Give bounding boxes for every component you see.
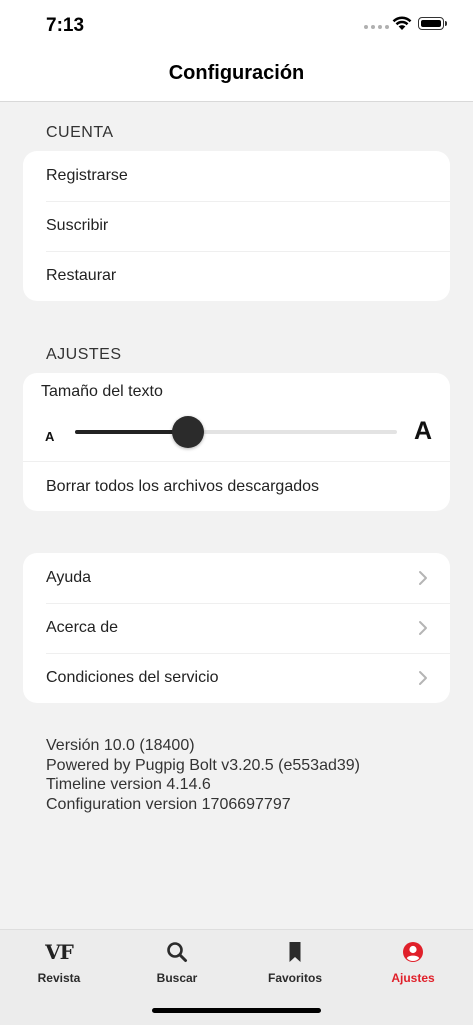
powered-by-line: Powered by Pugpig Bolt v3.20.5 (e553ad39… (46, 756, 360, 774)
slider-fill (75, 430, 188, 434)
tab-label: Ajustes (391, 971, 435, 985)
text-size-small-label: A (45, 429, 55, 444)
version-info: Versión 10.0 (18400) Powered by Pugpig B… (46, 736, 360, 814)
tab-label: Favoritos (267, 971, 322, 985)
status-time: 7:13 (46, 15, 85, 36)
wifi-icon (392, 16, 412, 30)
info-card: Ayuda Acerca de Condiciones del servicio (23, 553, 450, 703)
help-row[interactable]: Ayuda (23, 553, 450, 603)
tab-label: Buscar (156, 971, 198, 985)
subscribe-label: Suscribir (46, 217, 109, 234)
restore-label: Restaurar (46, 267, 117, 284)
register-row[interactable]: Registrarse (23, 151, 450, 201)
section-label-account: CUENTA (46, 124, 114, 141)
tab-favoritos[interactable]: Favoritos (245, 938, 345, 985)
timeline-version-line: Timeline version 4.14.6 (46, 776, 211, 793)
search-icon (167, 942, 187, 962)
top-bar: 7:13 Configuración (0, 0, 473, 102)
chevron-right-icon (419, 571, 427, 585)
tab-buscar[interactable]: Buscar (127, 938, 227, 985)
chevron-right-icon (419, 621, 427, 635)
configuration-version-line: Configuration version 1706697797 (46, 795, 291, 813)
about-label: Acerca de (46, 619, 119, 636)
about-row[interactable]: Acerca de (23, 603, 450, 653)
restore-row[interactable]: Restaurar (23, 251, 450, 301)
text-size-slider[interactable] (75, 416, 397, 448)
home-indicator (152, 1008, 321, 1013)
help-label: Ayuda (46, 569, 92, 586)
terms-row[interactable]: Condiciones del servicio (23, 653, 450, 703)
terms-label: Condiciones del servicio (46, 669, 219, 686)
text-size-title: Tamaño del texto (41, 383, 163, 400)
tab-label: Revista (37, 971, 81, 985)
chevron-right-icon (419, 671, 427, 685)
signal-icon (364, 25, 389, 29)
bookmark-icon (289, 942, 301, 962)
page-title: Configuración (168, 62, 305, 84)
subscribe-row[interactable]: Suscribir (23, 201, 450, 251)
text-size-large-label: A (414, 417, 433, 445)
user-circle-icon (403, 942, 423, 962)
version-line: Versión 10.0 (18400) (46, 737, 195, 754)
text-size-control: Tamaño del texto A A (23, 373, 450, 461)
section-label-settings: AJUSTES (46, 346, 122, 363)
tab-revista[interactable]: VF Revista (9, 938, 109, 985)
settings-card: Tamaño del texto A A Borrar todos los ar… (23, 373, 450, 511)
account-card: Registrarse Suscribir Restaurar (23, 151, 450, 301)
slider-thumb[interactable] (171, 416, 204, 448)
clear-downloads-label: Borrar todos los archivos descargados (46, 477, 320, 495)
clear-downloads-row[interactable]: Borrar todos los archivos descargados (23, 461, 450, 511)
battery-icon (418, 17, 447, 30)
tab-ajustes[interactable]: Ajustes (363, 938, 463, 985)
vf-logo-icon: VF (45, 940, 74, 964)
register-label: Registrarse (46, 167, 128, 184)
